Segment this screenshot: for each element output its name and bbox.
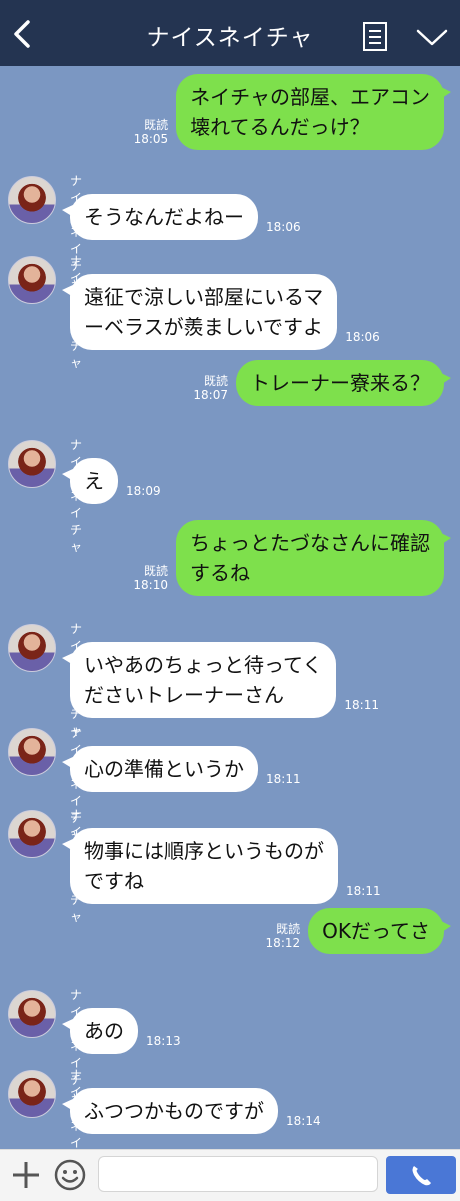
message-input[interactable]	[98, 1156, 378, 1192]
menu-toggle-button[interactable]	[412, 22, 452, 52]
read-label: 既読	[144, 118, 169, 132]
message-bubble[interactable]: そうなんだよねー	[62, 194, 258, 240]
message-line: OKだってさ	[322, 919, 430, 943]
message-time: 18:06	[266, 220, 301, 234]
message-line: ーベラスが羨ましいですよ	[84, 315, 323, 339]
call-button[interactable]	[386, 1156, 456, 1194]
outgoing-message: 既読 18:05 ネイチャの部屋、エアコン 壊れてるんだっけ？	[134, 74, 451, 150]
message-time: 18:11	[266, 772, 301, 786]
emoji-button[interactable]	[53, 1158, 87, 1192]
message-bubble[interactable]: 心の準備というか	[62, 746, 258, 792]
message-time: 18:07	[193, 388, 228, 402]
message-time: 18:11	[346, 884, 381, 898]
message-meta: 既読 18:05	[134, 118, 169, 146]
message-time: 18:13	[146, 1034, 181, 1048]
emoji-icon	[54, 1159, 86, 1191]
message-bubble[interactable]: ネイチャの部屋、エアコン 壊れてるんだっけ？	[176, 74, 451, 150]
message-line: 遠征で涼しい部屋にいるマ	[84, 285, 324, 309]
message-time: 18:12	[265, 936, 301, 950]
message-bubble[interactable]: OKだってさ	[308, 908, 451, 954]
message-time: 18:06	[345, 330, 380, 344]
read-label: 既読	[203, 374, 228, 388]
message-bubble[interactable]: あの	[62, 1008, 138, 1054]
message-line: ちょっとたづなさんに確認	[190, 531, 430, 555]
message-meta: 既読 18:12	[266, 922, 301, 950]
avatar[interactable]	[8, 810, 56, 858]
message-time: 18:05	[133, 132, 169, 146]
avatar[interactable]	[8, 624, 56, 672]
message-line: ネイチャの部屋、エアコン	[190, 85, 430, 109]
message-line: あの	[84, 1019, 124, 1043]
message-line: いやあのちょっと待ってく	[84, 653, 323, 677]
message-line: 壊れてるんだっけ？	[190, 115, 370, 139]
outgoing-message: 既読 18:10 ちょっとたづなさんに確認 するね	[133, 520, 451, 596]
message-bubble[interactable]: ふつつかものですが	[62, 1088, 278, 1134]
message-bubble[interactable]: 遠征で涼しい部屋にいるマ ーベラスが羨ましいですよ	[61, 274, 338, 350]
avatar[interactable]	[8, 176, 56, 224]
outgoing-message: 既読 18:07 トレーナー寮来る？	[193, 360, 451, 406]
outgoing-message: 既読 18:12 OKだってさ	[266, 908, 451, 954]
message-meta: 既読 18:07	[193, 374, 228, 402]
add-attachment-button[interactable]	[10, 1158, 42, 1192]
chat-header: ナイスネイチャ	[0, 0, 460, 66]
message-line: ふつつかものですが	[84, 1099, 264, 1123]
message-time: 18:11	[344, 698, 379, 712]
note-list-icon	[363, 22, 387, 51]
plus-icon	[13, 1162, 39, 1188]
avatar[interactable]	[8, 990, 56, 1038]
avatar[interactable]	[8, 728, 56, 776]
message-line: そうなんだよねー	[84, 205, 244, 229]
read-label: 既読	[276, 922, 301, 936]
read-label: 既読	[143, 564, 168, 578]
message-time: 18:09	[126, 484, 161, 498]
message-time: 18:14	[286, 1114, 321, 1128]
chat-area[interactable]: 既読 18:05 ネイチャの部屋、エアコン 壊れてるんだっけ？ ナイスネイチャ …	[0, 66, 460, 1149]
message-time: 18:10	[133, 578, 168, 592]
message-bubble[interactable]: 物事には順序というものが ですね	[62, 828, 338, 904]
message-line: ださいトレーナーさん	[84, 683, 284, 707]
chevron-down-icon	[416, 29, 448, 46]
message-bubble[interactable]: ちょっとたづなさんに確認 するね	[176, 520, 451, 596]
chat-title: ナイスネイチャ	[146, 25, 314, 51]
input-bar	[0, 1149, 460, 1201]
avatar[interactable]	[8, 1070, 56, 1118]
message-line: するね	[190, 561, 250, 585]
message-bubble[interactable]: いやあのちょっと待ってく ださいトレーナーさん	[61, 642, 337, 718]
message-bubble[interactable]: トレーナー寮来る？	[236, 360, 451, 406]
avatar[interactable]	[8, 440, 56, 488]
message-line: ですね	[84, 869, 144, 893]
phone-icon	[412, 1166, 431, 1186]
message-line: 心の準備というか	[84, 757, 244, 781]
message-line: トレーナー寮来る？	[250, 371, 430, 395]
message-bubble[interactable]: え	[62, 458, 118, 504]
message-line: え	[84, 469, 104, 493]
note-button[interactable]	[360, 20, 390, 54]
message-meta: 既読 18:10	[133, 564, 168, 592]
message-line: 物事には順序というものが	[84, 839, 324, 863]
avatar[interactable]	[8, 256, 56, 304]
